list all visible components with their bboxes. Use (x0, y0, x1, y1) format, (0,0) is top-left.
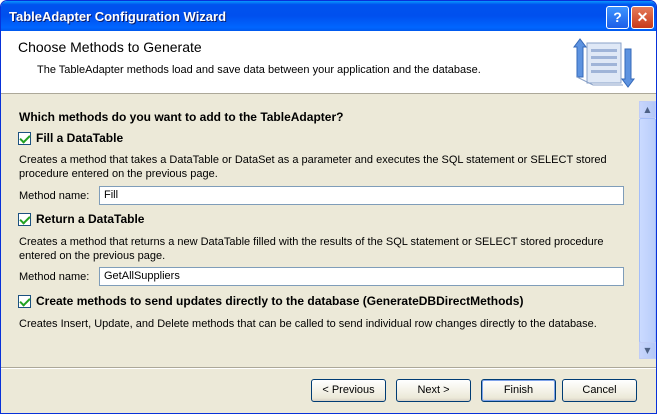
return-option[interactable]: Return a DataTable (18, 212, 144, 226)
fill-description: Creates a method that takes a DataTable … (19, 154, 607, 180)
close-button[interactable]: ✕ (631, 6, 654, 29)
scroll-down-icon[interactable]: ▼ (639, 342, 656, 359)
window-title: TableAdapter Configuration Wizard (9, 9, 227, 24)
scroll-thumb[interactable] (639, 118, 656, 343)
methods-question: Which methods do you want to add to the … (19, 110, 344, 124)
previous-button[interactable]: < Previous (311, 379, 386, 402)
fill-method-name-label: Method name: (19, 190, 90, 202)
return-method-name-label: Method name: (19, 271, 90, 283)
next-button[interactable]: Next > (396, 379, 471, 402)
title-bar[interactable]: TableAdapter Configuration Wizard ? ✕ (1, 1, 656, 31)
help-button[interactable]: ? (606, 6, 629, 29)
finish-button[interactable]: Finish (481, 379, 556, 402)
fill-method-name-input[interactable]: Fill (99, 186, 624, 205)
wizard-window: TableAdapter Configuration Wizard ? ✕ Ch… (0, 0, 657, 414)
footer-divider (1, 367, 656, 369)
direct-methods-checkbox[interactable] (18, 294, 31, 308)
return-description: Creates a method that returns a new Data… (19, 236, 604, 262)
direct-methods-description: Creates Insert, Update, and Delete metho… (19, 318, 597, 330)
wizard-header: Choose Methods to Generate The TableAdap… (1, 31, 656, 94)
methods-panel: Which methods do you want to add to the … (1, 101, 639, 359)
direct-methods-checkbox-label[interactable]: Create methods to send updates directly … (36, 294, 523, 308)
page-subtitle: The TableAdapter methods load and save d… (37, 64, 481, 76)
cancel-button[interactable]: Cancel (562, 379, 637, 402)
return-checkbox[interactable] (18, 212, 31, 226)
fill-checkbox[interactable] (18, 131, 31, 145)
vertical-scrollbar[interactable]: ▲ ▼ (639, 101, 656, 359)
fill-checkbox-label[interactable]: Fill a DataTable (36, 131, 123, 145)
direct-methods-option[interactable]: Create methods to send updates directly … (18, 294, 523, 308)
scroll-up-icon[interactable]: ▲ (639, 101, 656, 118)
return-method-name-input[interactable]: GetAllSuppliers (99, 267, 624, 286)
data-transfer-icon (573, 38, 635, 88)
page-title: Choose Methods to Generate (18, 39, 202, 55)
fill-option[interactable]: Fill a DataTable (18, 131, 123, 145)
return-checkbox-label[interactable]: Return a DataTable (36, 212, 144, 226)
